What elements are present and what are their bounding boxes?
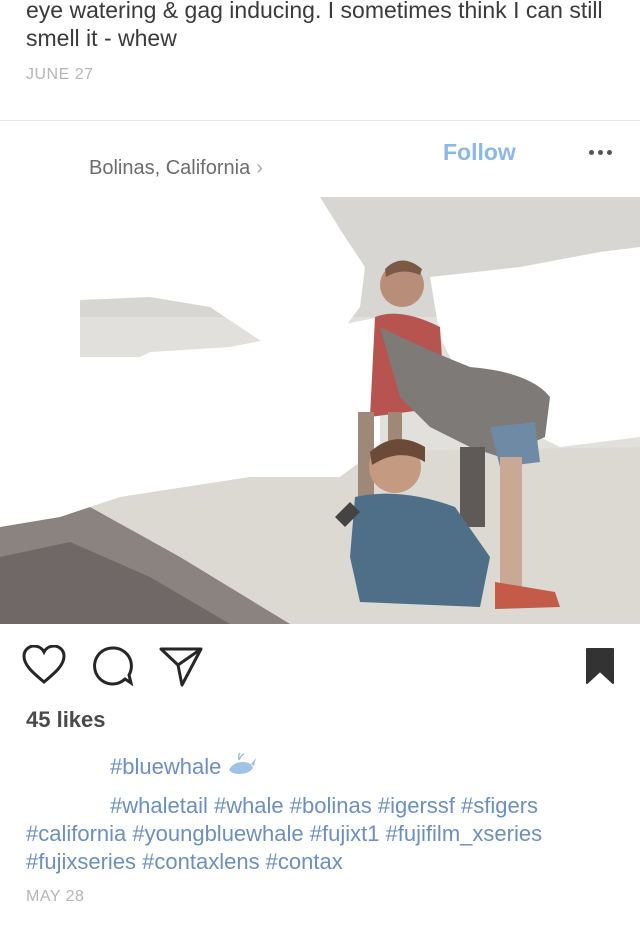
likes-count[interactable]: 45 likes <box>26 707 106 733</box>
post-location[interactable]: Bolinas, California › <box>89 157 263 180</box>
post-divider <box>0 120 640 121</box>
previous-post-caption: eye watering & gag inducing. I sometimes… <box>26 0 603 51</box>
hashtag-link[interactable]: #bluewhale <box>110 754 221 779</box>
caption-hashtags[interactable]: #whaletail #whale #bolinas #igerssf #sfi… <box>26 792 626 876</box>
post-image[interactable] <box>0 197 640 624</box>
location-label[interactable]: Bolinas, California <box>89 157 250 179</box>
follow-button[interactable]: Follow <box>443 139 516 166</box>
heart-icon[interactable] <box>22 644 66 685</box>
post-photo-illustration <box>0 197 640 624</box>
caption-first-line: #bluewhale <box>110 752 257 784</box>
share-icon[interactable] <box>158 645 204 687</box>
previous-post-date: JUNE 27 <box>26 66 94 83</box>
bookmark-icon[interactable] <box>585 647 615 685</box>
more-icon[interactable] <box>589 148 615 156</box>
post-date: MAY 28 <box>26 888 85 905</box>
whale-emoji-icon <box>227 752 257 784</box>
comment-icon[interactable] <box>92 645 134 687</box>
chevron-right-icon: › <box>256 157 263 179</box>
